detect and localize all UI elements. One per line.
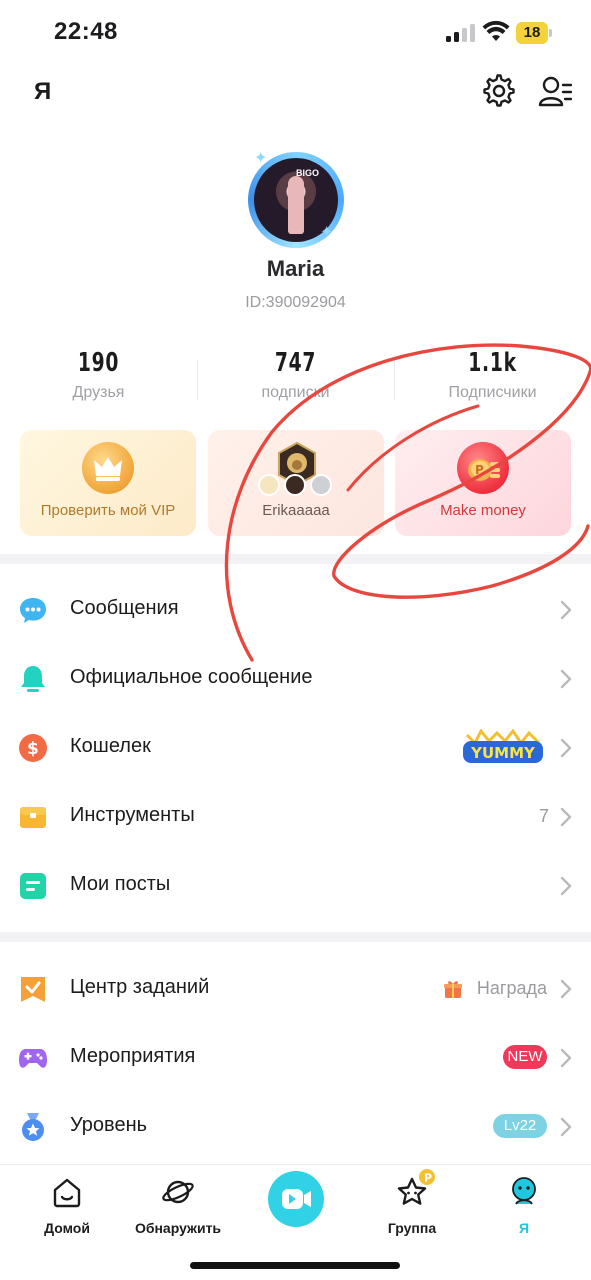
sparkle-icon: ✦ <box>254 150 268 167</box>
profile-id[interactable]: ID:390092904 <box>0 294 591 312</box>
chevron-right-icon <box>560 1048 572 1068</box>
stat-friends[interactable]: 190 Друзья <box>0 348 197 402</box>
toolbox-icon <box>20 807 46 828</box>
home-icon <box>53 1178 81 1208</box>
battery-icon: 18 <box>516 22 552 44</box>
make-money-label: Make money <box>440 502 526 519</box>
nav-label: Я <box>518 1220 530 1236</box>
live-camera-icon <box>282 1189 311 1209</box>
home-indicator <box>190 1262 400 1269</box>
bell-icon <box>21 666 45 692</box>
nav-me[interactable]: Я <box>469 1175 579 1236</box>
menu-item-messages[interactable]: Сообщения <box>0 575 591 644</box>
dollar-coin-icon: $ <box>19 734 47 762</box>
avatar-person-figure <box>288 176 304 234</box>
section-divider <box>0 932 591 942</box>
yummy-game-badge-icon: YUMMY <box>463 729 543 763</box>
nav-label: Обнаружить <box>134 1220 222 1236</box>
family-badge-card[interactable]: Erikaaaaa <box>208 430 384 536</box>
wifi-icon <box>482 20 510 41</box>
chevron-right-icon <box>560 600 572 620</box>
task-flag-icon <box>21 977 45 1002</box>
make-money-card[interactable]: P Make money <box>395 430 571 536</box>
nav-label: Группа <box>387 1220 437 1236</box>
menu-item-label: Уровень <box>70 1114 148 1136</box>
chevron-right-icon <box>560 807 572 827</box>
stat-value: 190 <box>77 348 120 378</box>
planet-icon <box>162 1180 194 1204</box>
menu-item-official-message[interactable]: Официальное сообщение <box>0 644 591 713</box>
stat-value: 747 <box>274 348 317 378</box>
menu-item-label: Сообщения <box>70 597 179 619</box>
avatar[interactable]: BIGO ✦ ✦ <box>248 150 344 248</box>
menu-item-label: Центр заданий <box>70 976 210 998</box>
menu-item-label: Кошелек <box>70 735 151 757</box>
medal-icon <box>22 1113 44 1141</box>
crown-icon <box>82 442 134 494</box>
go-live-button[interactable] <box>268 1171 324 1227</box>
level-badge: Lv22 <box>493 1114 547 1138</box>
nav-discover[interactable]: Обнаружить <box>123 1175 233 1236</box>
nav-group[interactable]: P Группа <box>357 1169 467 1236</box>
nav-home[interactable]: Домой <box>12 1175 122 1236</box>
stat-label: Друзья <box>72 384 125 401</box>
section-divider <box>0 554 591 564</box>
tools-count: 7 <box>538 806 549 826</box>
battery-level: 18 <box>523 24 541 41</box>
page-title: Я <box>34 78 52 105</box>
profile-name: Maria <box>266 256 325 281</box>
chevron-right-icon <box>560 669 572 689</box>
level-badge-icon <box>258 474 280 496</box>
user-list-icon[interactable] <box>538 74 572 108</box>
stat-followers[interactable]: 1.1k Подписчики <box>394 348 591 402</box>
reward-label: Награда <box>476 978 547 998</box>
gamepad-icon <box>19 1049 47 1068</box>
menu-item-label: Мои посты <box>70 873 171 895</box>
svg-text:$: $ <box>27 739 39 759</box>
status-time: 22:48 <box>54 18 118 45</box>
profile-face-icon <box>512 1177 536 1205</box>
stripe-badge-icon <box>310 474 332 496</box>
menu-item-wallet[interactable]: $ Кошелек YUMMY <box>0 713 591 782</box>
chevron-right-icon <box>560 738 572 758</box>
menu-item-label: Инструменты <box>70 804 195 826</box>
menu-item-level[interactable]: Уровень Lv22 <box>0 1092 591 1161</box>
menu-item-task-center[interactable]: Центр заданий Награда <box>0 954 591 1023</box>
menu-item-tools[interactable]: Инструменты 7 <box>0 782 591 851</box>
chevron-right-icon <box>560 876 572 896</box>
coins-icon: P <box>457 442 509 494</box>
nav-label: Домой <box>44 1220 90 1236</box>
vip-card[interactable]: Проверить мой VIP <box>20 430 196 536</box>
chat-bubble-icon <box>20 598 46 623</box>
sparkle-icon: ✦ <box>320 224 334 241</box>
menu-item-my-posts[interactable]: Мои посты <box>0 851 591 920</box>
svg-text:P: P <box>424 1172 432 1185</box>
gear-icon[interactable] <box>482 74 516 108</box>
chevron-right-icon <box>560 1117 572 1137</box>
svg-text:P: P <box>475 463 484 477</box>
family-badge-label: Erikaaaaa <box>262 502 330 519</box>
menu-item-events[interactable]: Мероприятия NEW <box>0 1023 591 1092</box>
new-badge: NEW <box>503 1045 547 1069</box>
cellular-signal-icon <box>446 24 476 42</box>
shield-badge-icon <box>284 474 306 496</box>
menu-item-label: Официальное сообщение <box>70 666 313 688</box>
stat-label: Подписчики <box>448 384 537 401</box>
stat-label: подписки <box>261 384 330 401</box>
posts-icon <box>20 873 46 899</box>
menu-item-label: Мероприятия <box>70 1045 196 1067</box>
yummy-badge-text: YUMMY <box>470 744 536 762</box>
vip-card-label: Проверить мой VIP <box>40 502 176 519</box>
chevron-right-icon <box>560 979 572 999</box>
star-icon: P <box>397 1169 435 1205</box>
stat-value: 1.1k <box>468 348 517 378</box>
stat-following[interactable]: 747 подписки <box>197 348 394 402</box>
status-bar: 22:48 18 <box>0 0 591 66</box>
gift-icon <box>444 981 462 998</box>
